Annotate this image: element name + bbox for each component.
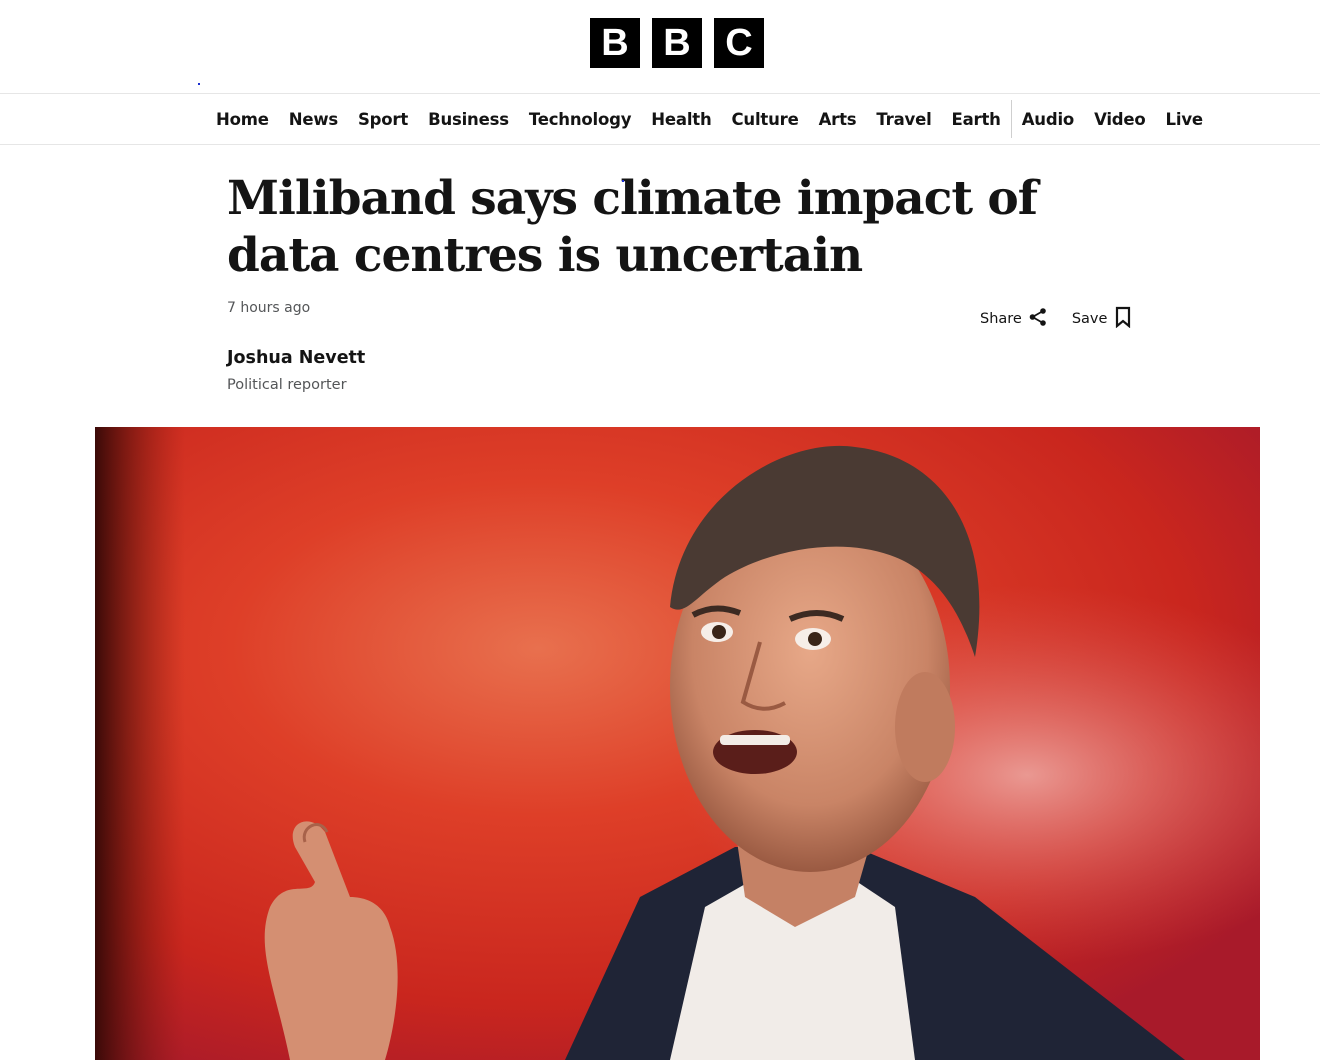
save-button[interactable]: Save [1072,306,1134,332]
hero-photo [95,427,1260,1060]
author-role: Political reporter [227,377,347,393]
nav-audio[interactable]: Audio [1012,94,1084,144]
masthead: B B C [0,0,1320,93]
share-icon [1028,307,1048,331]
decorative-dot [198,83,200,85]
nav-news[interactable]: News [279,94,348,144]
bbc-logo[interactable]: B B C [590,18,764,68]
nav-earth[interactable]: Earth [942,94,1011,144]
article-actions: Share Save [980,306,1133,332]
nav-technology[interactable]: Technology [519,94,641,144]
nav-sport[interactable]: Sport [348,94,418,144]
share-button[interactable]: Share [980,306,1048,332]
author-name: Joshua Nevett [227,348,366,368]
nav-arts[interactable]: Arts [809,94,867,144]
nav-live[interactable]: Live [1156,94,1213,144]
decorative-dot [622,180,624,182]
logo-letter-b2: B [652,18,702,68]
article-timestamp: 7 hours ago [227,300,311,316]
nav-home[interactable]: Home [206,94,279,144]
article-headline: Miliband says climate impact of data cen… [227,171,1038,283]
save-label: Save [1071,311,1108,327]
logo-letter-c: C [714,18,764,68]
nav-travel[interactable]: Travel [866,94,941,144]
logo-letter-b1: B [590,18,640,68]
nav-video[interactable]: Video [1084,94,1155,144]
bookmark-icon [1113,306,1133,332]
main-nav: Home News Sport Business Technology Heal… [0,93,1320,145]
nav-business[interactable]: Business [418,94,519,144]
nav-culture[interactable]: Culture [722,94,809,144]
hero-image [95,427,1260,1060]
nav-health[interactable]: Health [641,94,721,144]
share-label: Share [980,311,1022,327]
